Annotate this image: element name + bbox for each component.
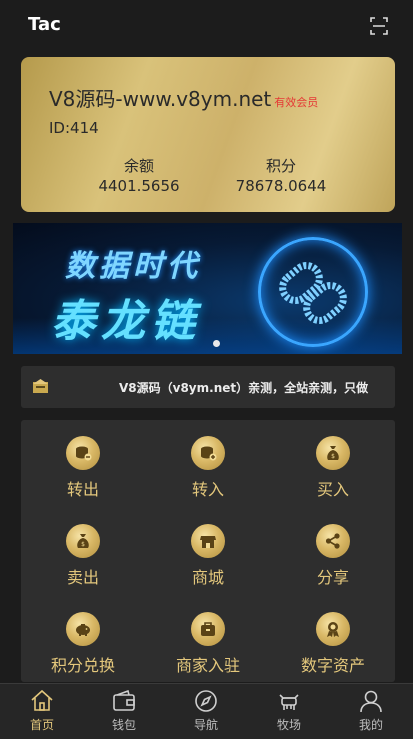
scan-icon[interactable] xyxy=(369,16,389,36)
tab-home[interactable]: 首页 xyxy=(1,688,83,733)
function-grid: 转出 转入 $ 买入 $ 卖出 商城 分享 积分兑换 商家入驻 数字资产 xyxy=(21,420,395,682)
wallet-icon xyxy=(113,689,135,711)
tab-profile[interactable]: 我的 xyxy=(330,688,412,733)
share-icon xyxy=(316,524,350,558)
carousel-indicator[interactable] xyxy=(213,340,220,347)
chain-link-icon xyxy=(279,262,347,324)
coin-in-icon xyxy=(191,436,225,470)
menu-label: 转出 xyxy=(66,480,99,499)
top-bar: Tac xyxy=(0,0,413,50)
points-value: 78678.0644 xyxy=(235,177,327,195)
compass-icon xyxy=(195,690,217,712)
member-badge: 有效会员 xyxy=(274,96,319,109)
money-bag-sell-icon: $ xyxy=(66,524,100,558)
menu-item-share[interactable]: 分享 xyxy=(278,524,388,588)
menu-label: 分享 xyxy=(316,568,349,587)
tab-wallet[interactable]: 钱包 xyxy=(83,688,165,733)
user-id: ID:414 xyxy=(49,119,99,137)
menu-item-points-exchange[interactable]: 积分兑换 xyxy=(28,612,138,676)
promo-banner[interactable]: 数据时代 泰龙链 xyxy=(13,223,402,354)
tab-label: 首页 xyxy=(29,718,54,732)
merchant-icon xyxy=(191,612,225,646)
menu-label: 数字资产 xyxy=(300,656,365,675)
points-label: 积分 xyxy=(265,157,296,175)
banner-headline: 数据时代 xyxy=(65,249,201,284)
svg-text:$: $ xyxy=(81,541,85,548)
tab-navigation[interactable]: 导航 xyxy=(165,688,247,733)
menu-item-merchant-join[interactable]: 商家入驻 xyxy=(153,612,263,676)
menu-label: 商城 xyxy=(191,568,224,587)
menu-label: 卖出 xyxy=(66,568,99,587)
menu-item-digital-assets[interactable]: 数字资产 xyxy=(278,612,388,676)
menu-item-transfer-out[interactable]: 转出 xyxy=(28,436,138,500)
menu-label: 买入 xyxy=(316,480,349,499)
tab-label: 我的 xyxy=(358,718,383,732)
money-bag-icon: $ xyxy=(316,436,350,470)
balance-value: 4401.5656 xyxy=(98,177,180,195)
shop-icon xyxy=(191,524,225,558)
balance-stat[interactable]: 余额 4401.5656 xyxy=(79,155,199,195)
bottom-tab-bar: 首页 钱包 导航 牧场 我的 xyxy=(0,683,413,739)
home-icon xyxy=(31,689,53,711)
menu-item-transfer-in[interactable]: 转入 xyxy=(153,436,263,500)
site-name-text: V8源码-www.v8ym.net xyxy=(49,87,272,111)
account-card: V8源码-www.v8ym.net 有效会员 ID:414 余额 4401.565… xyxy=(21,57,395,212)
points-stat[interactable]: 积分 78678.0644 xyxy=(221,155,341,195)
tab-label: 钱包 xyxy=(111,718,136,732)
tab-label: 牧场 xyxy=(276,718,301,732)
site-name: V8源码-www.v8ym.net 有效会员 xyxy=(49,83,318,112)
banner-brand: 泰龙链 xyxy=(51,296,201,347)
tab-ranch[interactable]: 牧场 xyxy=(248,688,330,733)
piggy-bank-icon xyxy=(66,612,100,646)
tab-label: 导航 xyxy=(193,718,218,732)
menu-label: 积分兑换 xyxy=(50,656,115,675)
app-title: Tac xyxy=(28,14,61,35)
notice-bar[interactable]: V8源码（v8ym.net）亲测，全站亲测，只做 xyxy=(21,366,395,408)
menu-label: 商家入驻 xyxy=(175,656,240,675)
chain-logo-icon xyxy=(258,237,368,347)
menu-item-shop[interactable]: 商城 xyxy=(153,524,263,588)
user-icon xyxy=(360,690,382,713)
menu-item-sell[interactable]: $ 卖出 xyxy=(28,524,138,588)
menu-label: 转入 xyxy=(191,480,224,499)
svg-text:$: $ xyxy=(331,453,335,460)
balance-label: 余额 xyxy=(123,157,154,175)
ranch-icon xyxy=(279,694,299,710)
announcement-icon xyxy=(33,379,48,393)
medal-icon xyxy=(316,612,350,646)
coin-out-icon xyxy=(66,436,100,470)
menu-item-buy[interactable]: $ 买入 xyxy=(278,436,388,500)
notice-text: V8源码（v8ym.net）亲测，全站亲测，只做 xyxy=(119,381,369,395)
